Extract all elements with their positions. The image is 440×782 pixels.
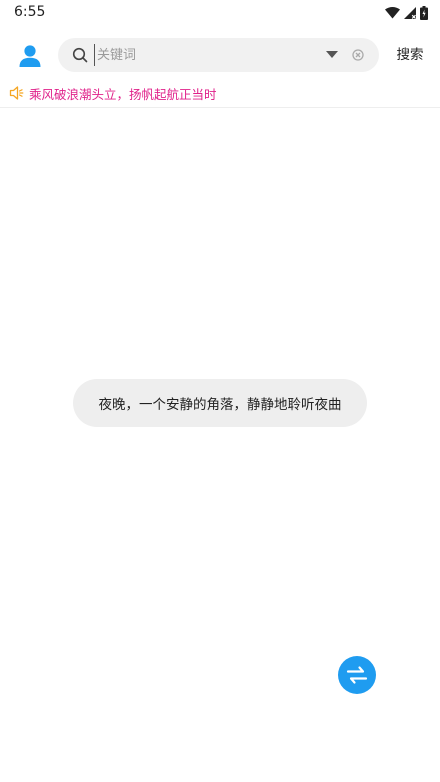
notice-text[interactable]: 乘风破浪潮头立，扬帆起航正当时 — [29, 84, 217, 103]
user-icon[interactable] — [16, 42, 44, 70]
switch-button[interactable] — [338, 656, 376, 694]
battery-icon — [420, 6, 428, 20]
search-box[interactable] — [58, 38, 379, 72]
swap-arrows-icon — [346, 666, 368, 684]
app-screen: 6:55 关键词 搜索 乘风破浪潮头立，扬帆起航正当时 夜晚，一个安静的角落，静… — [0, 0, 440, 782]
search-input[interactable] — [94, 44, 314, 66]
search-button[interactable]: 搜索 — [388, 44, 432, 66]
status-bar: 6:55 — [0, 0, 440, 26]
status-time: 6:55 — [14, 4, 46, 20]
signal-icon — [404, 7, 416, 19]
clear-icon[interactable] — [352, 49, 364, 61]
status-icons — [385, 4, 428, 22]
notice-bar: 乘风破浪潮头立，扬帆起航正当时 — [0, 82, 440, 108]
dropdown-arrow-icon[interactable] — [326, 51, 338, 59]
toast-text: 夜晚，一个安静的角落，静静地聆听夜曲 — [98, 397, 342, 413]
search-icon — [72, 47, 88, 63]
wifi-icon — [385, 7, 400, 19]
speaker-icon — [9, 86, 24, 100]
toast: 夜晚，一个安静的角落，静静地聆听夜曲 — [73, 379, 367, 427]
